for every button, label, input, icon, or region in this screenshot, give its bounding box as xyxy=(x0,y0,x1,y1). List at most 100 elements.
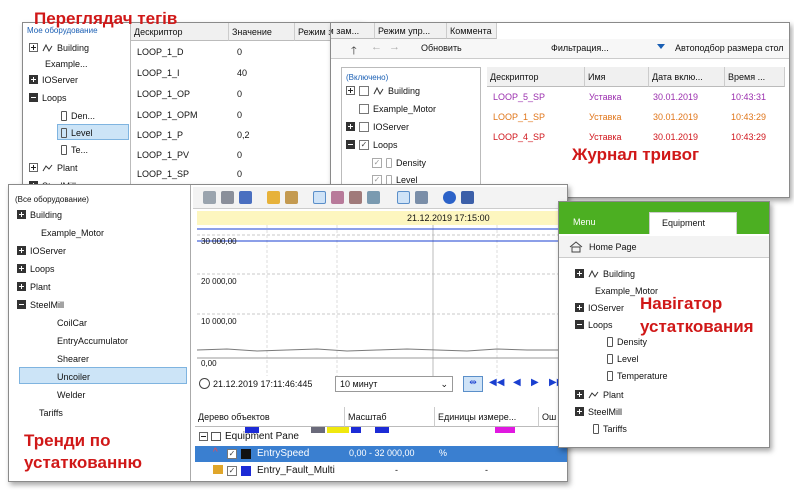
expand-icon[interactable] xyxy=(346,122,355,131)
tag-row-descriptor[interactable]: LOOP_1_SP xyxy=(137,168,189,180)
refresh-button[interactable]: Обновить xyxy=(421,43,462,53)
alarm-tree-ioserver[interactable]: IOServer xyxy=(346,120,409,133)
help-icon[interactable] xyxy=(443,191,456,204)
trend-tree-plant[interactable]: Plant xyxy=(17,280,51,293)
fit-range-icon[interactable]: ⇹ xyxy=(463,376,483,392)
expand-icon[interactable] xyxy=(29,43,38,52)
alarm-tree-loops[interactable]: ✓ Loops xyxy=(346,138,398,151)
tag-row-descriptor[interactable]: LOOP_1_OPM xyxy=(137,109,198,121)
alarm-col-date[interactable]: Дата вклю... xyxy=(649,67,725,87)
autofit-button[interactable]: Автоподбор размера стол xyxy=(675,43,784,53)
nav-tree-tariffs[interactable]: Tariffs xyxy=(593,422,627,435)
grid-col-units[interactable]: Единицы измере... xyxy=(435,407,539,427)
alarm-tree-building[interactable]: Building xyxy=(346,84,420,97)
alarm-col-descriptor[interactable]: Дескриптор xyxy=(487,67,585,87)
trend-tree-ioserver[interactable]: IOServer xyxy=(17,244,66,257)
tab-equipment[interactable]: Equipment xyxy=(649,212,737,234)
nav-tree-loops[interactable]: Loops xyxy=(575,318,613,331)
save-icon[interactable] xyxy=(239,191,252,204)
nav-tree-ioserver[interactable]: IOServer xyxy=(575,301,624,314)
expand-icon[interactable] xyxy=(29,163,38,172)
interval-select[interactable]: 10 минут ⌄ xyxy=(335,376,453,392)
wand-icon[interactable] xyxy=(267,191,280,204)
trend-tree-example[interactable]: Example_Motor xyxy=(41,226,104,239)
tab-menu[interactable]: Menu xyxy=(559,212,649,234)
window-icon[interactable] xyxy=(415,191,428,204)
collapse-icon[interactable] xyxy=(575,320,584,329)
trend-tree-coilcar[interactable]: CoilCar xyxy=(57,316,87,329)
tag-row-descriptor[interactable]: LOOP_1_OP xyxy=(137,88,190,100)
step-back-icon[interactable]: ◀ xyxy=(513,377,521,388)
trend-tree-steelmill[interactable]: SteelMill xyxy=(17,298,64,311)
print-preview-icon[interactable] xyxy=(221,191,234,204)
step-forward-icon[interactable]: ▶ xyxy=(531,377,539,388)
trend-chart[interactable]: 21.12.2019 17:15:00 30 000,00 20 000,00 … xyxy=(197,211,567,376)
expand-icon[interactable] xyxy=(575,303,584,312)
rewind-icon[interactable]: ◀◀ xyxy=(489,377,504,388)
alarm-tree-example[interactable]: Example_Motor xyxy=(359,102,436,115)
tag-tree-ioserver[interactable]: IOServer xyxy=(29,73,78,86)
expand-icon[interactable] xyxy=(575,407,584,416)
checkbox-checked[interactable]: ✓ xyxy=(372,174,382,185)
checkbox[interactable] xyxy=(359,85,369,96)
grid-col-scale[interactable]: Масштаб xyxy=(345,407,435,427)
alarm-tree-density[interactable]: ✓ Density xyxy=(372,156,426,169)
expand-icon[interactable] xyxy=(17,282,26,291)
nav-tree-steelmill[interactable]: SteelMill xyxy=(575,405,622,418)
expand-icon[interactable] xyxy=(575,269,584,278)
expand-icon[interactable] xyxy=(346,86,355,95)
chevron-down-icon[interactable] xyxy=(657,44,665,49)
col-control-mode[interactable]: Режим упр... xyxy=(375,23,447,39)
print-icon[interactable] xyxy=(203,191,216,204)
checkbox[interactable] xyxy=(359,121,369,132)
checkbox-checked[interactable]: ✓ xyxy=(227,449,237,459)
trend-tree-entryacc[interactable]: EntryAccumulator xyxy=(57,334,128,347)
tag-tree-example[interactable]: Example... xyxy=(45,57,88,70)
grid-col-tree[interactable]: Дерево объектов xyxy=(195,407,345,427)
alarm-row[interactable]: LOOP_1_SP Уставка 30.01.2019 10:43:29 xyxy=(487,107,789,127)
checkbox[interactable] xyxy=(359,103,369,114)
pen-icon[interactable] xyxy=(285,191,298,204)
collapse-icon[interactable] xyxy=(346,140,355,149)
col-replace-mode-top[interactable]: Режим зам... xyxy=(331,23,375,39)
nav-tree-density[interactable]: Density xyxy=(607,335,647,348)
tag-row-descriptor[interactable]: LOOP_1_PV xyxy=(137,149,189,161)
filter-dropdown[interactable]: Фильтрация... xyxy=(551,43,609,53)
zoom-icon[interactable] xyxy=(331,191,344,204)
tag-row-descriptor[interactable]: LOOP_1_D xyxy=(137,46,184,58)
tag-tree-density[interactable]: Den... xyxy=(61,109,95,122)
expand-icon[interactable] xyxy=(17,210,26,219)
checkbox-checked[interactable]: ✓ xyxy=(227,466,237,476)
trend-tree-shearer[interactable]: Shearer xyxy=(57,352,89,365)
col-comment[interactable]: Коммента xyxy=(447,23,497,39)
trend-tree-loops[interactable]: Loops xyxy=(17,262,55,275)
alarm-row[interactable]: LOOP_4_SP Уставка 30.01.2019 10:43:29 xyxy=(487,127,789,147)
tag-row-descriptor[interactable]: LOOP_1_I xyxy=(137,67,180,79)
tag-tree-level[interactable]: Level xyxy=(61,126,93,139)
arrow-forward-icon[interactable]: → xyxy=(389,41,400,53)
pane-row[interactable]: Equipment Pane xyxy=(195,429,567,445)
collapse-icon[interactable] xyxy=(17,300,26,309)
alarm-row[interactable]: LOOP_5_SP Уставка 30.01.2019 10:43:31 xyxy=(487,87,789,107)
collapse-icon[interactable] xyxy=(29,93,38,102)
nav-tree-plant[interactable]: Plant xyxy=(575,388,624,401)
checkbox-checked[interactable]: ✓ xyxy=(372,157,382,168)
expand-icon[interactable] xyxy=(29,75,38,84)
tag-tree-loops[interactable]: Loops xyxy=(29,91,67,104)
scroll-icon[interactable] xyxy=(367,191,380,204)
layout-icon[interactable] xyxy=(397,191,410,204)
trend-row-selected[interactable]: ^ ✓ EntrySpeed 0,00 - 32 000,00 % xyxy=(195,446,567,462)
expand-icon[interactable] xyxy=(17,264,26,273)
time-value[interactable]: 21.12.2019 17:11:46:445 xyxy=(213,379,312,389)
alarm-col-time[interactable]: Время ... xyxy=(725,67,785,87)
tag-tree-temperature[interactable]: Te... xyxy=(61,143,88,156)
tag-tree-plant[interactable]: Plant xyxy=(29,161,78,174)
expand-icon[interactable] xyxy=(17,246,26,255)
cursor-icon[interactable] xyxy=(313,191,326,204)
trend-tree-tariffs[interactable]: Tariffs xyxy=(39,406,63,419)
trend-tree-building[interactable]: Building xyxy=(17,208,62,221)
chevron-down-icon[interactable]: ⌄ xyxy=(440,379,448,390)
pan-icon[interactable] xyxy=(349,191,362,204)
trend-tree-welder[interactable]: Welder xyxy=(57,388,85,401)
collapse-icon[interactable] xyxy=(199,432,208,441)
